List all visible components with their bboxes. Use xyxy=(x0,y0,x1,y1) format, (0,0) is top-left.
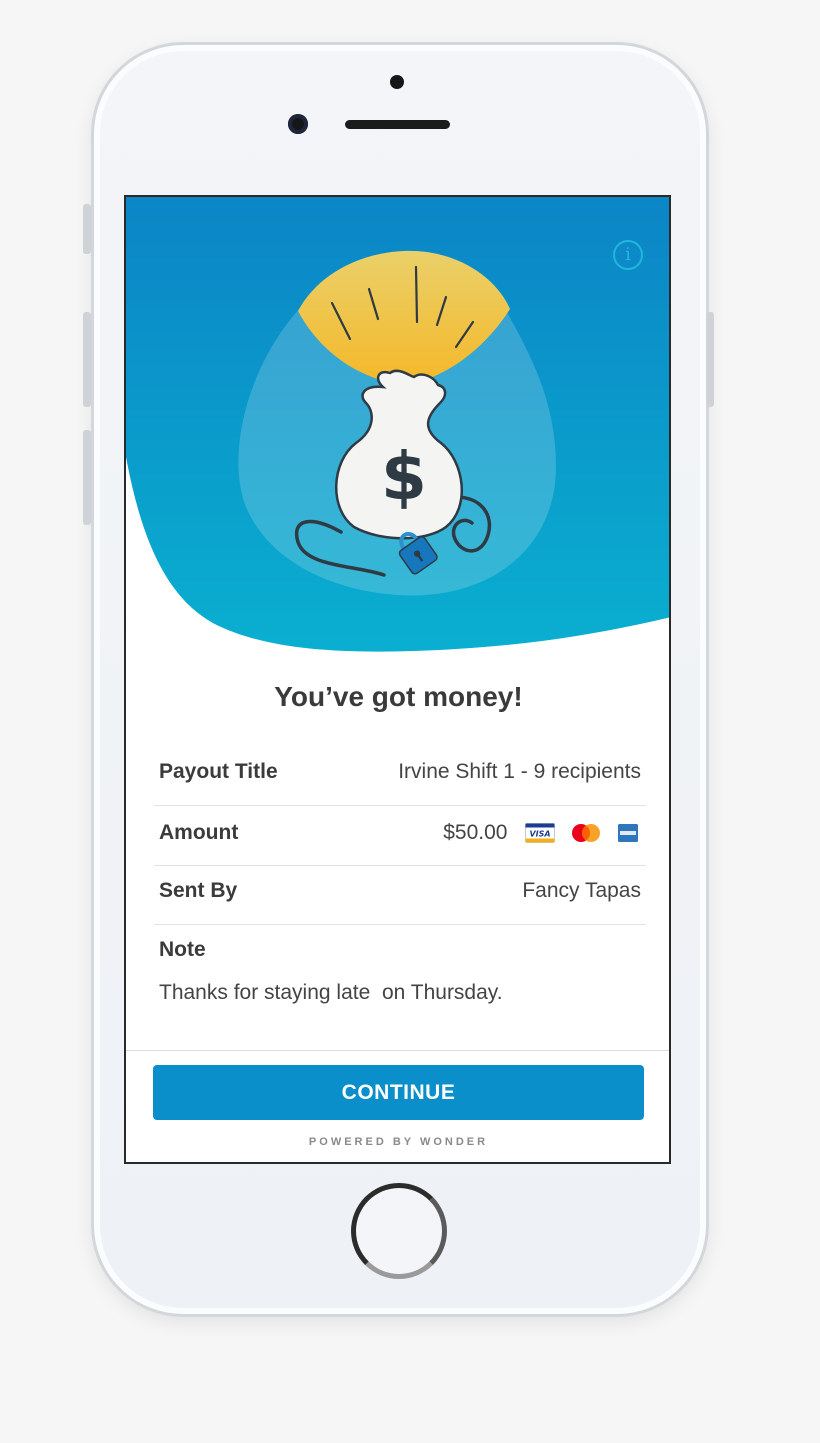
mastercard-icon xyxy=(572,824,601,843)
home-button[interactable] xyxy=(351,1183,447,1279)
front-camera xyxy=(288,114,308,134)
visa-icon: VISA xyxy=(525,823,556,844)
amount-label: Amount xyxy=(159,821,239,844)
info-icon[interactable]: i xyxy=(613,240,643,270)
footer-divider xyxy=(126,1050,669,1051)
payout-title-label: Payout Title xyxy=(159,760,278,783)
sent-by-label: Sent By xyxy=(159,879,238,902)
visa-text: VISA xyxy=(530,830,551,839)
note-label: Note xyxy=(159,938,206,961)
volume-down-button xyxy=(83,430,91,525)
volume-up-button xyxy=(83,312,91,407)
amount-row: Amount $50.00 VISA xyxy=(154,821,646,851)
continue-button[interactable]: CONTINUE xyxy=(153,1065,644,1120)
dollar-sign: $ xyxy=(381,438,427,515)
power-button xyxy=(707,312,714,407)
payout-title-value: Irvine Shift 1 - 9 recipients xyxy=(398,760,641,783)
powered-by-text: POWERED BY WONDER xyxy=(308,1136,489,1148)
hero-illustration: $ xyxy=(126,197,669,652)
sent-by-value: Fancy Tapas xyxy=(522,879,641,902)
amex-icon xyxy=(618,824,638,843)
divider xyxy=(154,805,646,806)
note-row: Note xyxy=(154,938,646,968)
divider xyxy=(154,865,646,866)
payout-title-row: Payout Title Irvine Shift 1 - 9 recipien… xyxy=(154,760,646,790)
amount-value-group: $50.00 VISA xyxy=(443,821,641,845)
note-value: Thanks for staying late on Thursday. xyxy=(159,981,503,1004)
app-screen: $ i You’ve got money! Payout Title Irvin… xyxy=(124,195,671,1164)
earpiece-speaker xyxy=(345,120,450,129)
silent-switch xyxy=(83,204,91,254)
amount-value: $50.00 xyxy=(443,821,508,844)
sent-by-row: Sent By Fancy Tapas xyxy=(154,879,646,909)
page-title: You’ve got money! xyxy=(274,681,523,712)
divider xyxy=(154,924,646,925)
proximity-sensor xyxy=(390,75,404,89)
